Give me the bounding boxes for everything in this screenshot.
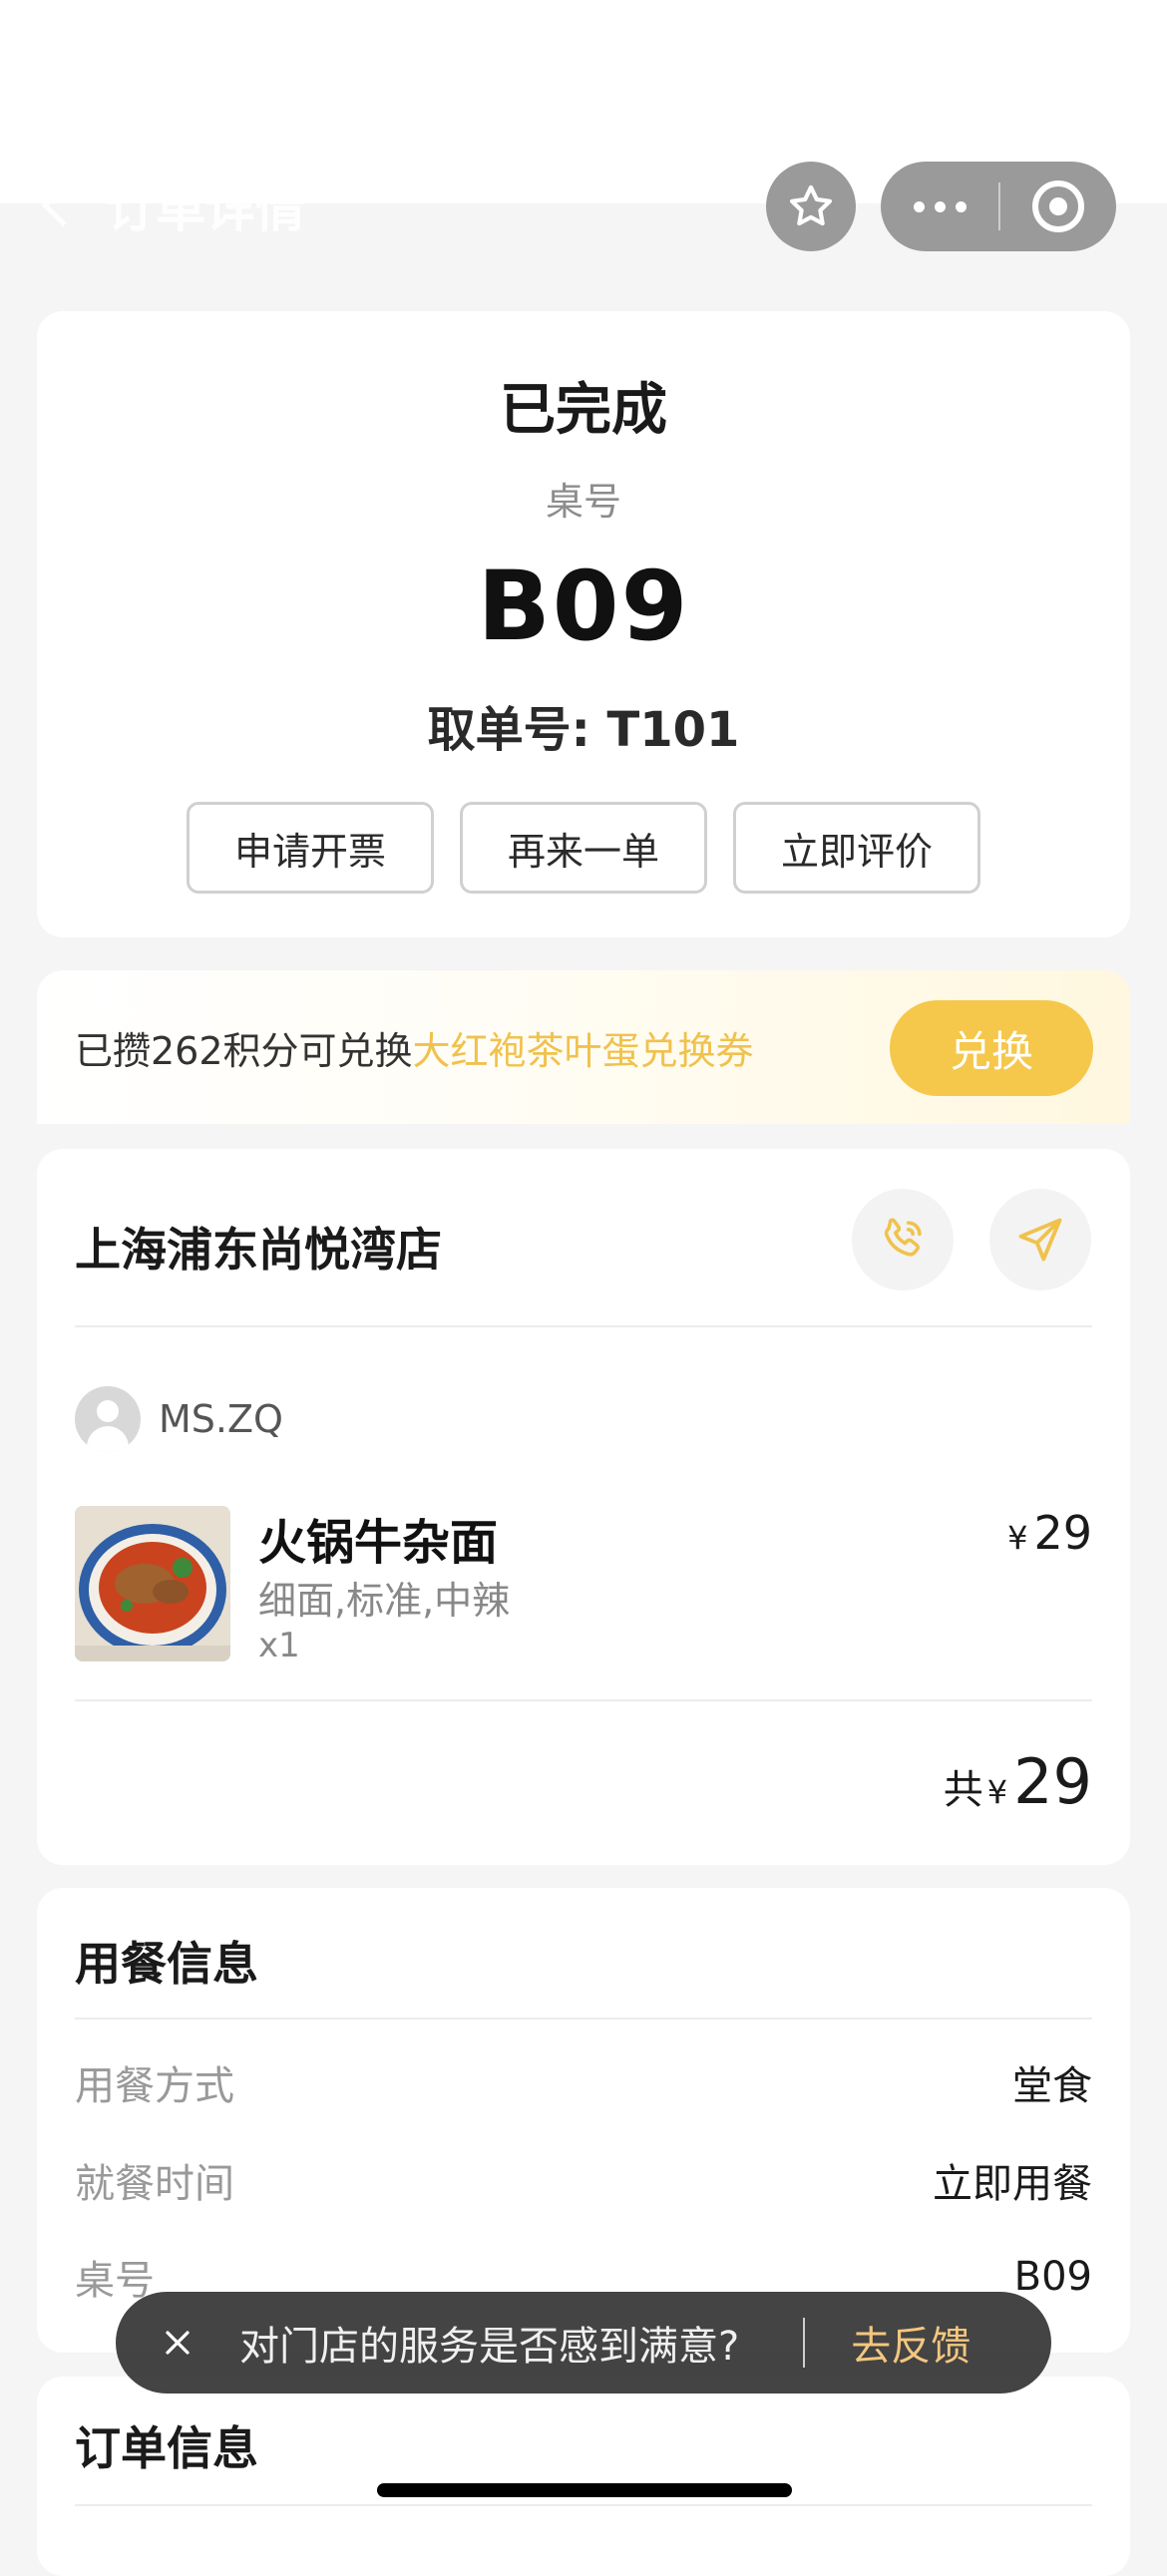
give-feedback-button[interactable]: 去反馈 [851,2314,971,2372]
dining-info-title: 用餐信息 [75,1937,258,1991]
info-row: 用餐方式 堂食 [75,2052,1092,2112]
favorite-button[interactable] [766,162,856,251]
table-number: B09 [477,551,690,662]
close-icon [166,2331,190,2355]
dish-quantity: x1 [258,1626,300,1665]
miniprogram-capsule [881,162,1116,251]
store-name: 上海浦东尚悦湾店 [75,1223,442,1277]
order-status-card: 已完成 桌号 B09 取单号: T101 申请开票 再来一单 立即评价 [37,311,1130,937]
order-total: 共 ¥ 29 [944,1745,1092,1818]
table-label: 桌号 [545,480,621,524]
total-amount: 29 [1013,1745,1092,1818]
price-value: 29 [1033,1506,1092,1560]
feedback-toast: 对门店的服务是否感到满意? 去反馈 [116,2292,1051,2393]
divider [75,2018,1092,2020]
info-row: 就餐时间 立即用餐 [75,2150,1092,2210]
order-status: 已完成 [500,378,667,443]
total-label: 共 [943,1767,983,1813]
more-menu-button[interactable] [881,162,998,251]
close-miniprogram-button[interactable] [1000,162,1116,251]
dish-price: ¥29 [1007,1506,1092,1560]
navigate-button[interactable] [989,1189,1091,1290]
more-icon [913,200,925,212]
points-banner: 已攒262积分可兑换 大红袍茶叶蛋兑换券 兑换 [37,970,1130,1124]
star-icon [789,184,833,226]
nav-bar: 订单详情 [41,178,305,238]
reorder-button[interactable]: 再来一单 [460,802,707,894]
order-info-card: 订单信息 [37,2377,1130,2576]
feedback-message: 对门店的服务是否感到满意? [239,2324,740,2370]
store-order-card: 上海浦东尚悦湾店 MS.ZQ 火锅牛杂面 细面,标准,中辣 x1 ¥ 29 共 … [37,1149,1130,1865]
divider [75,1325,1092,1327]
call-store-button[interactable] [852,1189,954,1290]
currency-symbol: ¥ [986,1773,1008,1811]
info-label: 用餐方式 [75,2063,234,2109]
info-value: B09 [1013,2254,1092,2300]
toast-divider [803,2318,806,2368]
back-arrow-icon[interactable] [41,184,85,227]
divider [75,1699,1092,1701]
orderer: MS.ZQ [75,1386,283,1452]
divider [75,2504,1092,2506]
phone-icon [884,1218,922,1257]
info-value: 立即用餐 [933,2161,1092,2207]
info-value: 堂食 [1012,2063,1092,2109]
points-message: 已攒262积分可兑换 [75,1028,413,1073]
request-invoice-button[interactable]: 申请开票 [187,802,434,894]
dish-image [75,1506,230,1661]
points-text: 已攒262积分可兑换 大红袍茶叶蛋兑换券 [75,970,754,1124]
target-icon [1032,181,1084,232]
close-toast-button[interactable] [116,2292,239,2393]
order-actions: 申请开票 再来一单 立即评价 [37,802,1130,894]
avatar [75,1386,141,1452]
pickup-number: 取单号: T101 [427,702,740,758]
info-label: 就餐时间 [75,2161,234,2207]
dish-name: 火锅牛杂面 [258,1515,499,1571]
order-info-title: 订单信息 [75,2421,258,2475]
user-name: MS.ZQ [159,1397,283,1441]
dish-options: 细面,标准,中辣 [258,1579,511,1623]
home-indicator [377,2483,792,2497]
page-title: 订单详情 [106,181,305,238]
points-reward: 大红袍茶叶蛋兑换券 [412,1028,754,1073]
navigation-arrow-icon [1018,1218,1062,1262]
review-button[interactable]: 立即评价 [733,802,980,894]
dining-info-card: 用餐信息 用餐方式 堂食 就餐时间 立即用餐 桌号 B09 [37,1888,1130,2353]
currency-symbol: ¥ [1007,1519,1028,1557]
redeem-button[interactable]: 兑换 [890,1000,1093,1096]
